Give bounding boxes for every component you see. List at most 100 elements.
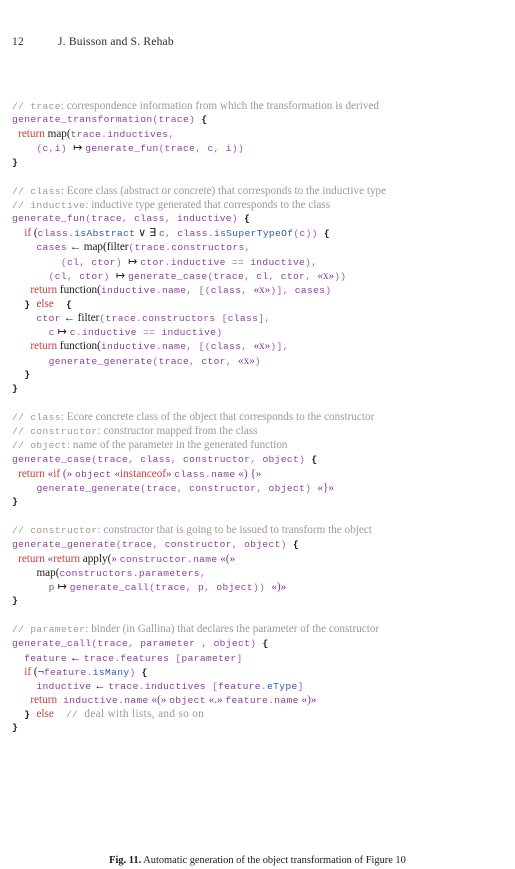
- token-id: cl: [66, 256, 80, 268]
- token-pun: , [(: [186, 341, 211, 353]
- token-pun: ==: [136, 327, 162, 339]
- token-id: object: [169, 695, 206, 707]
- token-pun: )): [334, 270, 347, 282]
- token-id: inductives: [144, 680, 206, 692]
- token-cid: class: [30, 412, 61, 424]
- token-pun: ],: [258, 313, 271, 325]
- token-id: trace: [158, 355, 190, 367]
- token-id: trace: [91, 213, 122, 225]
- token-sym: ←: [66, 241, 84, 254]
- token-pun: ,: [66, 270, 80, 282]
- token-qq: «}»: [317, 481, 334, 494]
- token-kw: else: [36, 708, 54, 721]
- token-pun: ,: [170, 453, 184, 465]
- page-number: 12: [12, 36, 24, 48]
- token-kw: return: [30, 283, 58, 296]
- token-id: trace: [108, 680, 139, 692]
- token-sp: [12, 143, 36, 154]
- token-sp: [54, 299, 66, 310]
- token-id: class: [210, 284, 242, 296]
- code-line: generate_case(trace, class, constructor,…: [12, 453, 515, 467]
- token-pun: ): [305, 482, 318, 494]
- token-cid: class: [30, 185, 61, 197]
- token-fn: function(: [57, 340, 101, 353]
- token-blu: isMany: [92, 666, 130, 678]
- token-pun: ,: [152, 538, 165, 550]
- token-id: inductive: [100, 341, 156, 353]
- token-sp: [12, 313, 36, 324]
- code-block-generate_case: // class: Ecore concrete class of the ob…: [12, 410, 515, 509]
- token-pun: ): [325, 284, 332, 296]
- token-pun: ): [254, 355, 261, 367]
- token-pun: ,: [244, 270, 257, 282]
- token-id: generate_call: [69, 581, 150, 593]
- token-brc: }: [12, 496, 19, 508]
- token-sym: ↦: [54, 580, 70, 593]
- code-line: generate_generate(trace, constructor, ob…: [12, 538, 515, 552]
- token-id: cl: [256, 270, 269, 282]
- token-id: generate_generate: [12, 538, 116, 550]
- figure-caption-text: Automatic generation of the object trans…: [143, 855, 406, 866]
- token-qq: (»: [60, 467, 75, 480]
- token-pun: ,: [231, 538, 245, 550]
- token-ctx: : constructor mapped from the class: [97, 425, 258, 438]
- token-pun: ,: [185, 581, 199, 593]
- token-brc: {: [66, 299, 73, 311]
- token-sym: ←: [91, 679, 109, 692]
- running-head: 12 J. Buisson and S. Rehab: [12, 36, 503, 48]
- code-line: p ↦ generate_call(trace, p, object)) «)»: [12, 580, 515, 594]
- code-line: return function(inductive.name, [(class,…: [12, 283, 515, 297]
- token-blu: eType: [267, 680, 298, 692]
- token-pun: ,: [225, 355, 239, 367]
- token-id: object: [74, 468, 112, 480]
- token-id: generate_fun: [85, 143, 159, 155]
- token-id: cases: [36, 242, 67, 254]
- token-id: object: [268, 482, 306, 494]
- token-qq: «x»: [253, 283, 271, 296]
- token-sp: [12, 271, 49, 282]
- token-id: trace: [121, 538, 153, 550]
- token-pun: [: [169, 652, 182, 664]
- token-id: generate_case: [128, 270, 208, 282]
- code-line: c ↦ c.inductive == inductive): [12, 325, 515, 339]
- token-qq: «)»: [298, 694, 317, 707]
- token-slash: //: [12, 412, 31, 424]
- token-brc: {: [262, 637, 269, 649]
- token-pun: ): [189, 114, 202, 126]
- token-brc: {: [244, 213, 251, 225]
- code-listing: // trace: correspondence information fro…: [12, 99, 515, 736]
- token-id: trace: [134, 242, 166, 254]
- token-id: feature: [24, 652, 67, 664]
- figure-caption-label: Fig. 11.: [109, 855, 142, 866]
- token-fn: function(: [57, 283, 101, 296]
- token-kw: return: [53, 552, 80, 565]
- token-sym: ↦: [128, 255, 141, 268]
- token-sp: [12, 369, 24, 380]
- token-id: constructor: [189, 482, 257, 494]
- token-slash: //: [12, 185, 31, 197]
- token-brc: {: [141, 666, 148, 678]
- token-id: trace: [105, 313, 137, 325]
- token-id: class: [177, 228, 208, 240]
- token-pun: ): [299, 453, 312, 465]
- token-pun: ,: [128, 637, 141, 649]
- token-pun: ): [103, 270, 116, 282]
- token-id: feature: [218, 680, 261, 692]
- code-line: generate_call(trace, parameter , object)…: [12, 637, 515, 651]
- code-line: return inductive.name «(» object «.» fea…: [12, 693, 515, 707]
- token-id: inductive: [81, 327, 137, 339]
- token-id: class: [134, 213, 165, 225]
- token-slash: //: [12, 525, 31, 537]
- token-id: ctor: [91, 256, 116, 268]
- code-line: cases ← map(filter(trace.constructors,: [12, 240, 515, 254]
- token-pun: )],: [270, 284, 295, 296]
- token-sp: [12, 709, 24, 720]
- token-pun: ,: [305, 270, 318, 282]
- code-line: } else {: [12, 297, 515, 311]
- token-sp: [12, 341, 30, 352]
- token-pun: ,: [241, 284, 254, 296]
- token-pun: ): [115, 256, 129, 268]
- token-id: cl: [54, 270, 67, 282]
- token-pun: ,: [168, 129, 175, 141]
- token-pun: ): [129, 666, 142, 678]
